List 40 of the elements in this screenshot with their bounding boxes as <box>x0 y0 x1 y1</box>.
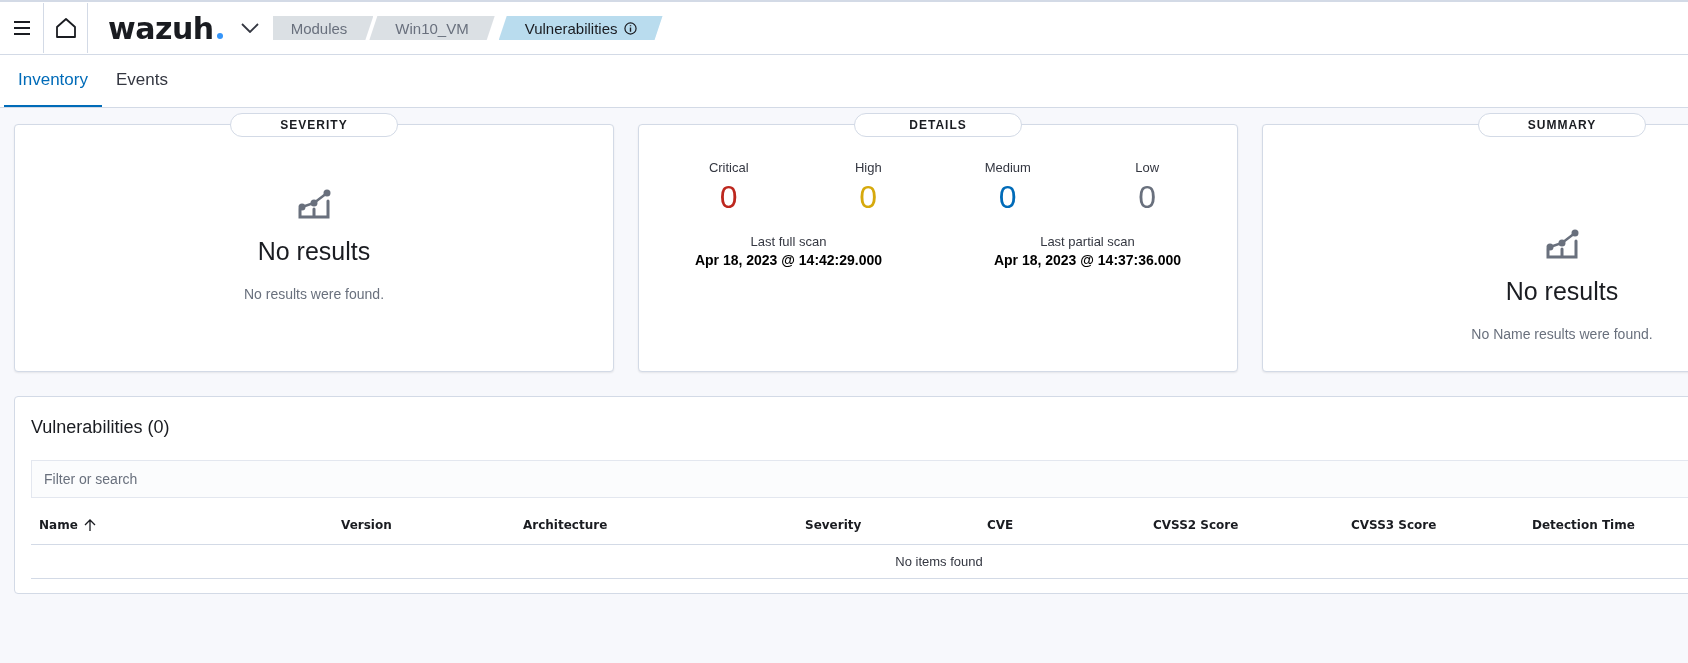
count-value: 0 <box>858 179 879 216</box>
empty-message: No Name results were found. <box>1471 326 1653 342</box>
count-label: Low <box>1134 160 1161 175</box>
breadcrumb[interactable]: Vulnerabilities <box>498 16 663 40</box>
column-header[interactable]: Version <box>333 517 398 533</box>
column-header[interactable]: Detection Time <box>1524 517 1641 533</box>
breadcrumb[interactable]: Modules <box>272 16 374 40</box>
column-header[interactable]: CVSS3 Score <box>1343 517 1443 533</box>
tab[interactable]: Events <box>101 55 182 107</box>
search-field[interactable]: Filter or search <box>31 460 1688 498</box>
card-title: SEVERITY <box>230 113 398 137</box>
empty-message: No results were found. <box>243 286 385 302</box>
scan-label: Last partial scan <box>1039 234 1136 249</box>
column-header[interactable]: CVE <box>979 517 1020 533</box>
scan-label: Last full scan <box>749 234 828 249</box>
scan-time: Apr 18, 2023 @ 14:42:29.000 <box>693 252 884 268</box>
column-header[interactable]: CVSS2 Score <box>1145 517 1245 533</box>
empty-heading: No results <box>1505 277 1619 306</box>
logo[interactable]: wazuh <box>108 10 223 46</box>
count-value: 0 <box>1137 179 1158 216</box>
panel-title: Vulnerabilities (0) <box>31 416 171 439</box>
sort-up-icon <box>83 518 96 532</box>
empty-table-message: No items found <box>895 554 983 570</box>
home-icon <box>54 17 77 39</box>
card-title: DETAILS <box>854 113 1022 137</box>
count-value: 0 <box>997 179 1018 216</box>
breadcrumb[interactable]: Win10_VM <box>369 16 495 40</box>
column-header[interactable]: Architecture <box>515 517 614 533</box>
count-label: Medium <box>983 160 1032 175</box>
column-header[interactable]: Severity <box>797 517 868 533</box>
menu-icon <box>12 21 31 35</box>
card-title: SUMMARY <box>1478 113 1646 137</box>
tab[interactable]: Inventory <box>4 55 102 107</box>
column-header[interactable]: Name <box>31 517 102 533</box>
caret-icon[interactable] <box>240 23 259 33</box>
count-value: 0 <box>718 179 739 216</box>
count-label: Critical <box>707 160 750 175</box>
count-label: High <box>853 160 883 175</box>
scan-time: Apr 18, 2023 @ 14:37:36.000 <box>992 252 1183 268</box>
empty-heading: No results <box>257 237 371 266</box>
